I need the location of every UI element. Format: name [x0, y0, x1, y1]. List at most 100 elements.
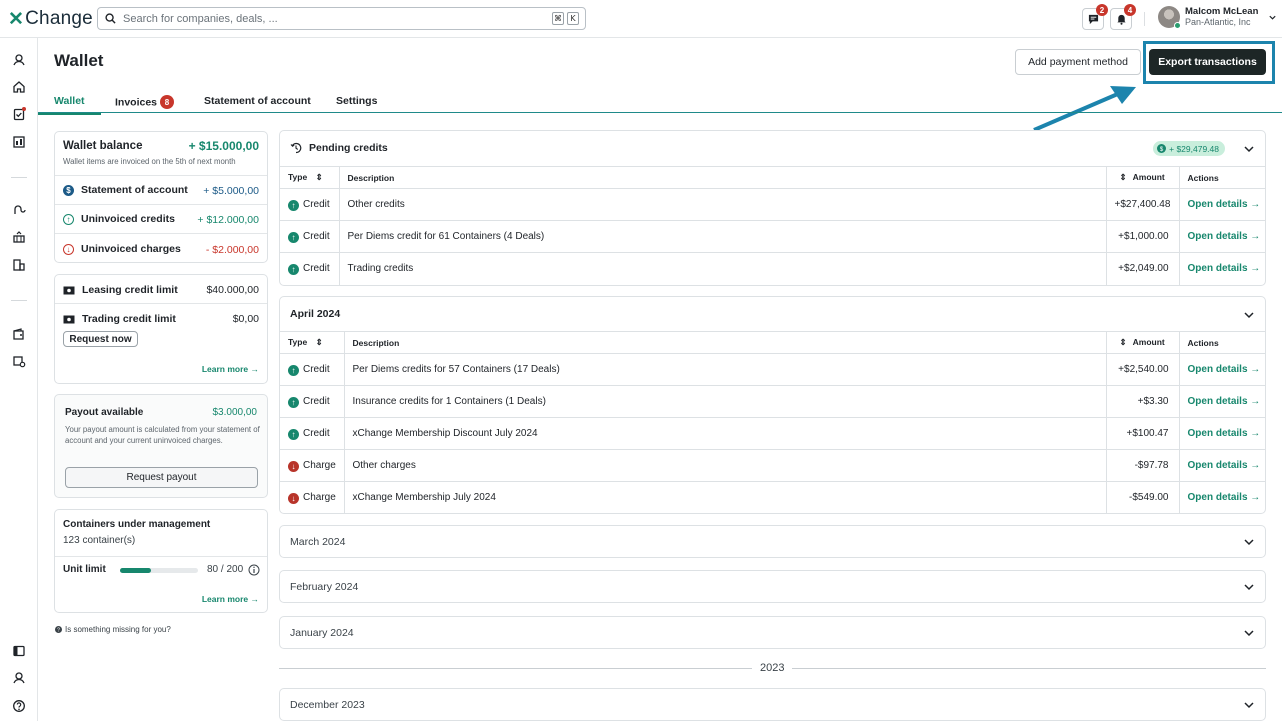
description-cell: Insurance credits for 1 Containers (1 De… — [343, 385, 1106, 418]
learn-more-link[interactable]: Learn more → — [202, 364, 259, 374]
messages-badge: 2 — [1096, 4, 1108, 16]
february-2024-panel[interactable]: February 2024 — [279, 570, 1266, 603]
rail-routes-icon[interactable] — [11, 202, 27, 218]
messages-button[interactable]: 2 — [1082, 4, 1108, 30]
info-icon[interactable] — [248, 564, 260, 576]
svg-text:$: $ — [1160, 146, 1164, 153]
march-2024-title: March 2024 — [290, 536, 346, 548]
table-row: ↑ Credit xChange Membership Discount July … — [280, 417, 1265, 450]
user-menu[interactable]: Malcom McLean Pan-Atlantic, Inc — [1158, 6, 1277, 29]
chevron-down-icon[interactable] — [1243, 143, 1255, 155]
description-cell: Per Diems credits for 57 Containers (17 … — [343, 353, 1106, 386]
app-logo[interactable]: ✕ Change — [8, 7, 93, 31]
payout-value: $3.000,00 — [212, 407, 258, 418]
bell-icon — [1116, 14, 1126, 25]
rail-profile-icon[interactable] — [11, 670, 27, 686]
march-2024-panel[interactable]: March 2024 — [279, 525, 1266, 558]
uninvoiced-credits-value: + $12.000,00 — [197, 214, 259, 226]
notifications-button[interactable]: 4 — [1110, 4, 1136, 30]
year-label: 2023 — [752, 662, 793, 674]
chevron-down-icon — [1269, 15, 1277, 20]
actions-column-header: Actions — [1178, 331, 1265, 354]
rail-home-icon[interactable] — [11, 79, 27, 95]
type-cell: ↑ Credit — [280, 353, 344, 386]
tab-statement-of-account[interactable]: Statement of account — [204, 95, 311, 107]
type-cell: ↑ Credit — [280, 188, 339, 221]
rail-depot-icon[interactable] — [11, 257, 27, 273]
actions-cell: Open details → — [1178, 417, 1265, 450]
january-2024-panel[interactable]: January 2024 — [279, 616, 1266, 649]
chevron-down-icon[interactable] — [1243, 627, 1255, 639]
tab-invoices[interactable]: Invoices 8 — [115, 95, 175, 109]
chevron-down-icon[interactable] — [1243, 581, 1255, 593]
amount-column-header[interactable]: ⇕ Amount — [1105, 331, 1179, 354]
unit-limit-label: Unit limit — [63, 564, 106, 575]
uninvoiced-charges-label: Uninvoiced charges — [81, 243, 181, 255]
pending-credits-header[interactable]: Pending credits — [290, 142, 388, 154]
type-column-header[interactable]: Type ⇕ — [280, 331, 344, 354]
learn-more-link[interactable]: Learn more → — [202, 594, 259, 604]
actions-cell: Open details → — [1178, 252, 1265, 285]
pending-total-badge: $ + $29,479.48 — [1153, 141, 1225, 156]
chevron-down-icon[interactable] — [1243, 699, 1255, 711]
divider — [55, 556, 267, 557]
avatar — [1158, 6, 1181, 29]
actions-cell: Open details → — [1178, 188, 1265, 221]
chevron-down-icon[interactable] — [1243, 536, 1255, 548]
add-payment-method-button[interactable]: Add payment method — [1015, 49, 1141, 75]
history-icon — [290, 142, 302, 154]
missing-feedback-link[interactable]: ? Is something missing for you? — [55, 625, 171, 634]
rail-analytics-icon[interactable] — [11, 134, 27, 150]
statement-of-account-row[interactable]: $ Statement of account — [63, 184, 188, 196]
open-details-link[interactable]: Open details → — [1188, 364, 1261, 375]
unit-limit-value: 80 / 200 — [207, 564, 244, 575]
trading-credit-label: Trading credit limit — [82, 313, 176, 325]
request-payout-button[interactable]: Request payout — [65, 467, 258, 488]
rail-containers-icon[interactable] — [11, 229, 27, 245]
payout-note: Your payout amount is calculated from yo… — [65, 425, 260, 445]
description-column-header: Description — [338, 166, 1106, 189]
divider — [1144, 12, 1145, 26]
search-input[interactable]: Search for companies, deals, ... ⌘ K — [97, 7, 586, 30]
export-transactions-button[interactable]: Export transactions — [1149, 49, 1266, 75]
rail-tasks-icon[interactable] — [11, 106, 27, 122]
question-icon: ? — [55, 626, 62, 633]
rail-divider — [11, 177, 27, 178]
actions-cell: Open details → — [1178, 481, 1265, 513]
tab-invoices-label: Invoices — [115, 96, 158, 109]
table-row: ↓ Charge Other charges -$97.78 Open details … — [280, 449, 1265, 482]
invoices-badge: 8 — [160, 95, 175, 109]
december-2023-panel[interactable]: December 2023 — [279, 688, 1266, 721]
december-2023-title: December 2023 — [290, 699, 365, 711]
open-details-link[interactable]: Open details → — [1188, 460, 1261, 471]
february-2024-title: February 2024 — [290, 581, 359, 593]
arrow-up-icon: ↑ — [288, 263, 299, 275]
april-2024-panel: April 2024 Type ⇕ Description ⇕ Amount Ac… — [279, 296, 1266, 514]
april-2024-title[interactable]: April 2024 — [290, 308, 340, 320]
open-details-link[interactable]: Open details → — [1188, 396, 1261, 407]
open-details-link[interactable]: Open details → — [1188, 199, 1261, 210]
uninvoiced-credits-row[interactable]: ↑ Uninvoiced credits — [63, 213, 175, 225]
logo-mark-icon: ✕ — [8, 8, 25, 30]
type-column-header[interactable]: Type ⇕ — [280, 166, 339, 189]
rail-help-icon[interactable] — [11, 698, 27, 714]
tab-settings[interactable]: Settings — [336, 95, 377, 107]
open-details-link[interactable]: Open details → — [1188, 263, 1261, 274]
page-title: Wallet — [54, 51, 104, 70]
rail-collapse-icon[interactable] — [11, 643, 27, 659]
open-details-link[interactable]: Open details → — [1188, 231, 1261, 242]
rail-billing-icon[interactable] — [11, 353, 27, 369]
open-details-link[interactable]: Open details → — [1188, 492, 1261, 503]
online-status-dot — [1174, 22, 1181, 29]
tab-wallet[interactable]: Wallet — [38, 95, 100, 115]
statement-of-account-label: Statement of account — [81, 184, 188, 196]
uninvoiced-charges-row[interactable]: ↓ Uninvoiced charges — [63, 243, 181, 255]
kbd-command: ⌘ — [552, 12, 564, 25]
open-details-link[interactable]: Open details → — [1188, 428, 1261, 439]
rail-account-icon[interactable] — [11, 52, 27, 68]
amount-column-header[interactable]: ⇕ Amount — [1105, 166, 1179, 189]
request-now-button[interactable]: Request now — [63, 331, 138, 347]
chevron-down-icon[interactable] — [1243, 309, 1255, 321]
rail-wallet-icon[interactable] — [11, 326, 27, 342]
description-column-header: Description — [343, 331, 1106, 354]
